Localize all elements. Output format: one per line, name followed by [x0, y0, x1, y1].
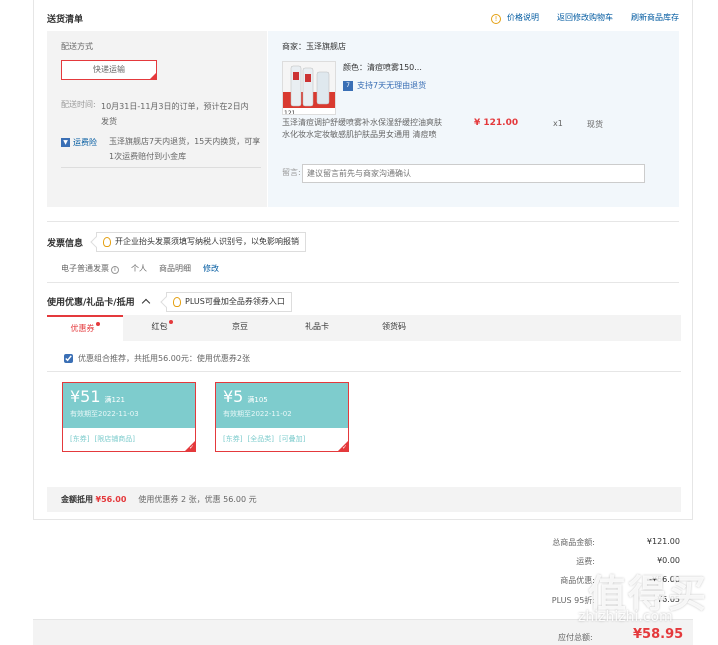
tab-jd-beans[interactable]: 京豆 — [201, 315, 279, 341]
coupon-card[interactable]: ¥5 满105 有效期至2022-11-02 [东券] [全品类] [可叠加] ✓ — [215, 382, 349, 452]
coupon-amount: ¥5 — [223, 387, 244, 406]
invoice-type: 电子普通发票 i — [61, 263, 119, 274]
tab-gift-card[interactable]: 礼品卡 — [280, 315, 354, 341]
new-dot-icon — [168, 320, 173, 324]
coupon-face: ¥5 满105 有效期至2022-11-02 — [216, 383, 348, 428]
divider — [47, 282, 679, 283]
delivery-title: 送货清单 — [47, 15, 84, 25]
selected-corner-icon — [149, 72, 157, 80]
warning-icon: ! — [491, 14, 501, 24]
invoice-person: 个人 — [131, 264, 147, 273]
freight-insurance-badge[interactable]: ▼ 运费险 — [61, 137, 97, 148]
product-name[interactable]: 玉泽清痘调护舒缓喷雾补水保湿舒缓控油爽肤水化妆水定妆敏感肌护肤品男女通用 清痘喷 — [282, 117, 442, 141]
coupon-face: ¥51 满121 有效期至2022-11-03 — [63, 383, 195, 428]
seven-day-return[interactable]: 7 支持7天无理由退货 — [343, 80, 426, 91]
watermark-url: zhizhizhi.com — [578, 609, 673, 625]
coupon-expiry: 有效期至2022-11-03 — [70, 410, 139, 418]
lightbulb-icon — [103, 237, 111, 247]
product-photo-icon: 121 — [283, 62, 335, 115]
divider — [61, 167, 261, 168]
plus-coupon-tip[interactable]: PLUS可叠加全品券领券入口 — [160, 292, 292, 312]
refresh-stock-link[interactable]: 刷新商品库存 — [631, 12, 679, 24]
delivery-links: ! 价格说明 返回修改购物车 刷新商品库存 — [491, 12, 679, 24]
shipping-method-button[interactable]: 快递运输 — [61, 60, 157, 80]
total-row: 总商品金额: ¥121.00 — [552, 537, 680, 547]
new-dot-icon — [95, 322, 100, 326]
coupon-tags: [东券] [全品类] [可叠加] — [223, 435, 306, 443]
product-color: 颜色：清痘喷雾150... — [343, 63, 422, 72]
seller-name: 商家：玉泽旗舰店 — [282, 42, 346, 51]
lightbulb-icon — [173, 297, 181, 307]
recommend-checkbox-row[interactable]: 优惠组合推荐，共抵用56.00元：使用优惠券2张 — [64, 353, 250, 364]
invoice-title: 发票信息 — [47, 239, 84, 249]
freight-insurance-text: 玉泽旗舰店7天内退货，15天内换货，可享1次运费赔付到小金库 — [109, 137, 261, 161]
chevron-up-icon — [141, 298, 150, 308]
info-icon[interactable]: i — [111, 266, 119, 274]
remark-input[interactable] — [302, 164, 645, 183]
coupon-condition: 满121 — [104, 396, 125, 404]
tab-red-envelope[interactable]: 红包 — [124, 315, 200, 341]
shipping-time-label: 配送时间: — [61, 100, 96, 109]
coupon-condition: 满105 — [247, 396, 268, 404]
return-policy-icon: 7 — [343, 80, 353, 91]
invoice-details: 电子普通发票 i 个人 商品明细 修改 — [61, 263, 219, 274]
coupon-summary: 金额抵用 ¥56.00 使用优惠券 2 张，优惠 56.00 元 — [47, 487, 681, 512]
price-info-link[interactable]: ! 价格说明 — [491, 12, 539, 24]
invoice-content: 商品明细 — [159, 264, 191, 273]
remark-label: 留言: — [282, 168, 301, 177]
coupon-expiry: 有效期至2022-11-02 — [223, 410, 292, 418]
product-stock: 现货 — [587, 120, 603, 129]
shipping-method-label: 配送方式 — [61, 42, 93, 51]
coupon-section-title[interactable]: 使用优惠/礼品卡/抵用 — [47, 295, 150, 308]
shipping-time-value: 10月31日-11月3日的订单，预计在2日内发货 — [101, 102, 249, 126]
product-image[interactable]: 121 — [282, 61, 336, 115]
payable-label: 应付总额: — [558, 633, 593, 642]
divider — [47, 371, 681, 372]
summary-label: 金额抵用 ¥56.00 — [61, 495, 127, 504]
coupon-tags: [东券] [限店铺商品] — [70, 435, 135, 443]
check-icon: ✓ — [341, 444, 347, 451]
recommend-checkbox[interactable] — [64, 354, 73, 363]
back-to-cart-link[interactable]: 返回修改购物车 — [557, 12, 613, 24]
invoice-tip: 开企业抬头发票须填写纳税人识别号，以免影响报销 — [90, 232, 306, 252]
product-quantity: x1 — [553, 119, 563, 128]
invoice-edit-link[interactable]: 修改 — [203, 263, 219, 274]
coupon-card[interactable]: ¥51 满121 有效期至2022-11-03 [东券] [限店铺商品] ✓ — [62, 382, 196, 452]
payable-amount: ¥58.95 — [633, 627, 684, 642]
summary-text: 使用优惠券 2 张，优惠 56.00 元 — [138, 495, 257, 504]
tab-redeem-code[interactable]: 领货码 — [355, 315, 433, 341]
divider — [47, 221, 679, 222]
product-price: ¥ 121.00 — [474, 118, 519, 128]
check-icon: ✓ — [188, 444, 194, 451]
freight-insurance-icon: ▼ — [61, 138, 70, 147]
tab-coupons[interactable]: 优惠券 — [47, 315, 123, 341]
svg-text:121: 121 — [284, 110, 296, 115]
coupon-amount: ¥51 — [70, 387, 101, 406]
